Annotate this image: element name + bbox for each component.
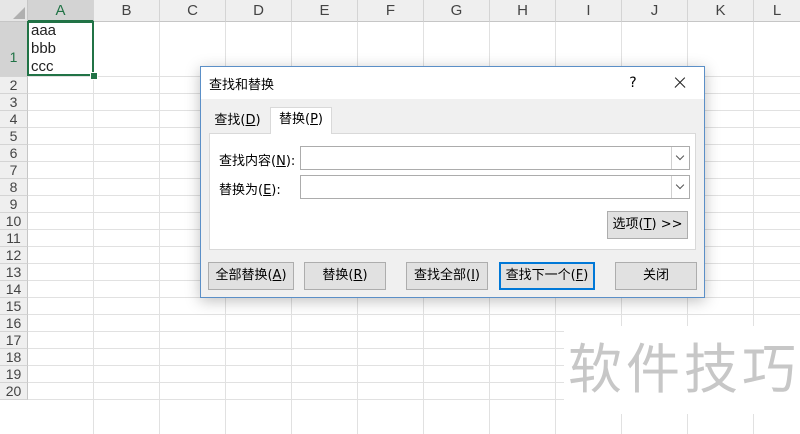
row-header-6[interactable]: 6 [0,145,28,162]
column-header-g[interactable]: G [424,0,490,22]
row-header-10[interactable]: 10 [0,213,28,230]
fill-handle[interactable] [90,72,98,80]
replace-with-label: 替换为(E): [219,183,281,198]
find-next-button[interactable]: 查找下一个(F) [499,262,595,290]
gridline [28,314,800,315]
gridline [159,22,160,434]
dialog-title: 查找和替换 [209,78,275,93]
row-header-15[interactable]: 15 [0,298,28,315]
select-all-corner[interactable] [0,0,28,22]
column-header-c[interactable]: C [160,0,226,22]
find-what-input[interactable] [300,146,690,170]
row-header-1[interactable]: 1 [0,22,28,77]
row-header-16[interactable]: 16 [0,315,28,332]
find-what-label: 查找内容(N): [219,154,296,169]
row-header-13[interactable]: 13 [0,264,28,281]
column-header-e[interactable]: E [292,0,358,22]
row-header-20[interactable]: 20 [0,383,28,400]
column-header-f[interactable]: F [358,0,424,22]
tab-replace[interactable]: 替换(P) [270,107,332,134]
help-button[interactable]: ? [621,72,645,94]
gridline [93,22,94,434]
close-button[interactable]: 关闭 [615,262,697,290]
row-header-12[interactable]: 12 [0,247,28,264]
column-header-j[interactable]: J [622,0,688,22]
row-header-9[interactable]: 9 [0,196,28,213]
watermark: 软件技巧 [564,326,800,414]
close-icon[interactable] [663,71,697,95]
row-header-7[interactable]: 7 [0,162,28,179]
row-header-14[interactable]: 14 [0,281,28,298]
dialog-title-bar[interactable]: 查找和替换 ? [201,67,704,99]
find-replace-dialog: 查找和替换 ? 查找(D) 替换(P) 查找内容(N): 替换为(E): 选项(… [200,66,705,298]
row-header-5[interactable]: 5 [0,128,28,145]
row-header-11[interactable]: 11 [0,230,28,247]
find-history-dropdown[interactable] [671,147,689,169]
replace-with-input[interactable] [300,175,690,199]
row-header-17[interactable]: 17 [0,332,28,349]
find-all-button[interactable]: 查找全部(I) [406,262,488,290]
active-cell-a1[interactable] [27,21,94,76]
row-header-8[interactable]: 8 [0,179,28,196]
replace-button[interactable]: 替换(R) [304,262,386,290]
row-header-18[interactable]: 18 [0,349,28,366]
row-header-2[interactable]: 2 [0,77,28,94]
column-header-k[interactable]: K [688,0,754,22]
column-header-d[interactable]: D [226,0,292,22]
column-header-l[interactable]: L [754,0,800,22]
replace-all-button[interactable]: 全部替换(A) [208,262,294,290]
row-header-3[interactable]: 3 [0,94,28,111]
column-header-b[interactable]: B [94,0,160,22]
row-header-4[interactable]: 4 [0,111,28,128]
tab-find[interactable]: 查找(D) [209,109,266,133]
replace-history-dropdown[interactable] [671,176,689,198]
column-header-i[interactable]: I [556,0,622,22]
column-header-a[interactable]: A [28,0,94,22]
replace-tab-panel: 查找内容(N): 替换为(E): 选项(T) >> [209,133,696,250]
row-header-19[interactable]: 19 [0,366,28,383]
options-button[interactable]: 选项(T) >> [607,211,688,239]
column-header-h[interactable]: H [490,0,556,22]
